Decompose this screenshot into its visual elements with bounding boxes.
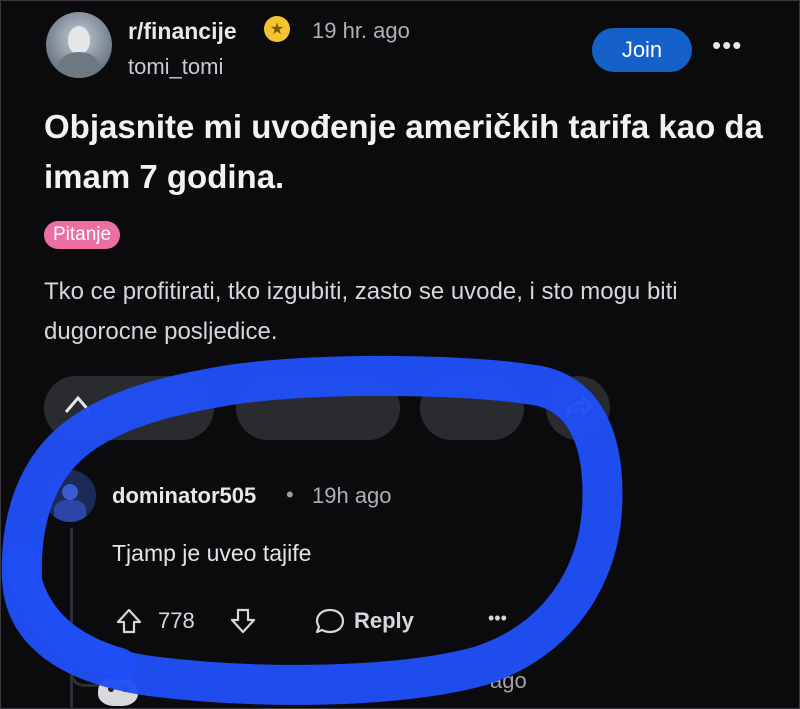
upvote-arrow-icon[interactable] [58, 384, 98, 424]
post-vote-pill[interactable] [44, 376, 214, 440]
subreddit-avatar[interactable] [46, 12, 112, 78]
comment-text: Tjamp je uveo tajife [112, 540, 312, 566]
comment-separator: • [286, 482, 294, 507]
comment-reply-button[interactable]: Reply [314, 606, 414, 636]
comment-avatar[interactable] [44, 470, 96, 522]
join-button[interactable]: Join [592, 28, 692, 72]
comment-upvote-button[interactable] [114, 606, 144, 636]
share-icon [565, 395, 593, 419]
reply-bubble-icon [315, 608, 345, 634]
comment-more-options-icon[interactable]: ••• [488, 608, 507, 629]
post-flair[interactable]: Pitanje [44, 221, 121, 249]
comment-downvote-button[interactable] [228, 606, 258, 636]
comment-vote-count: 778 [158, 608, 195, 633]
post-author[interactable]: tomi_tomi [128, 54, 223, 80]
post-more-options-icon[interactable]: ••• [712, 30, 742, 61]
share-button[interactable] [546, 376, 610, 440]
post-award-pill[interactable] [420, 376, 524, 440]
comment-timestamp: 19h ago [312, 483, 392, 508]
upvote-arrow-icon [116, 608, 142, 634]
post-title[interactable]: Objasnite mi uvođenje američkih tarifa k… [44, 102, 764, 202]
subreddit-name[interactable]: r/financije [128, 18, 237, 45]
next-comment-timestamp: ago [490, 668, 527, 693]
thread-branch [70, 660, 103, 687]
star-badge-icon: ★ [264, 16, 290, 42]
downvote-arrow-icon [230, 608, 256, 634]
reply-label: Reply [354, 608, 414, 633]
comment-author[interactable]: dominator505 [112, 483, 256, 509]
next-comment-avatar[interactable] [98, 676, 138, 706]
post-timestamp: 19 hr. ago [312, 18, 410, 43]
post-comments-pill[interactable] [236, 376, 400, 440]
post-body: Tko ce profitirati, tko izgubiti, zasto … [44, 278, 678, 345]
